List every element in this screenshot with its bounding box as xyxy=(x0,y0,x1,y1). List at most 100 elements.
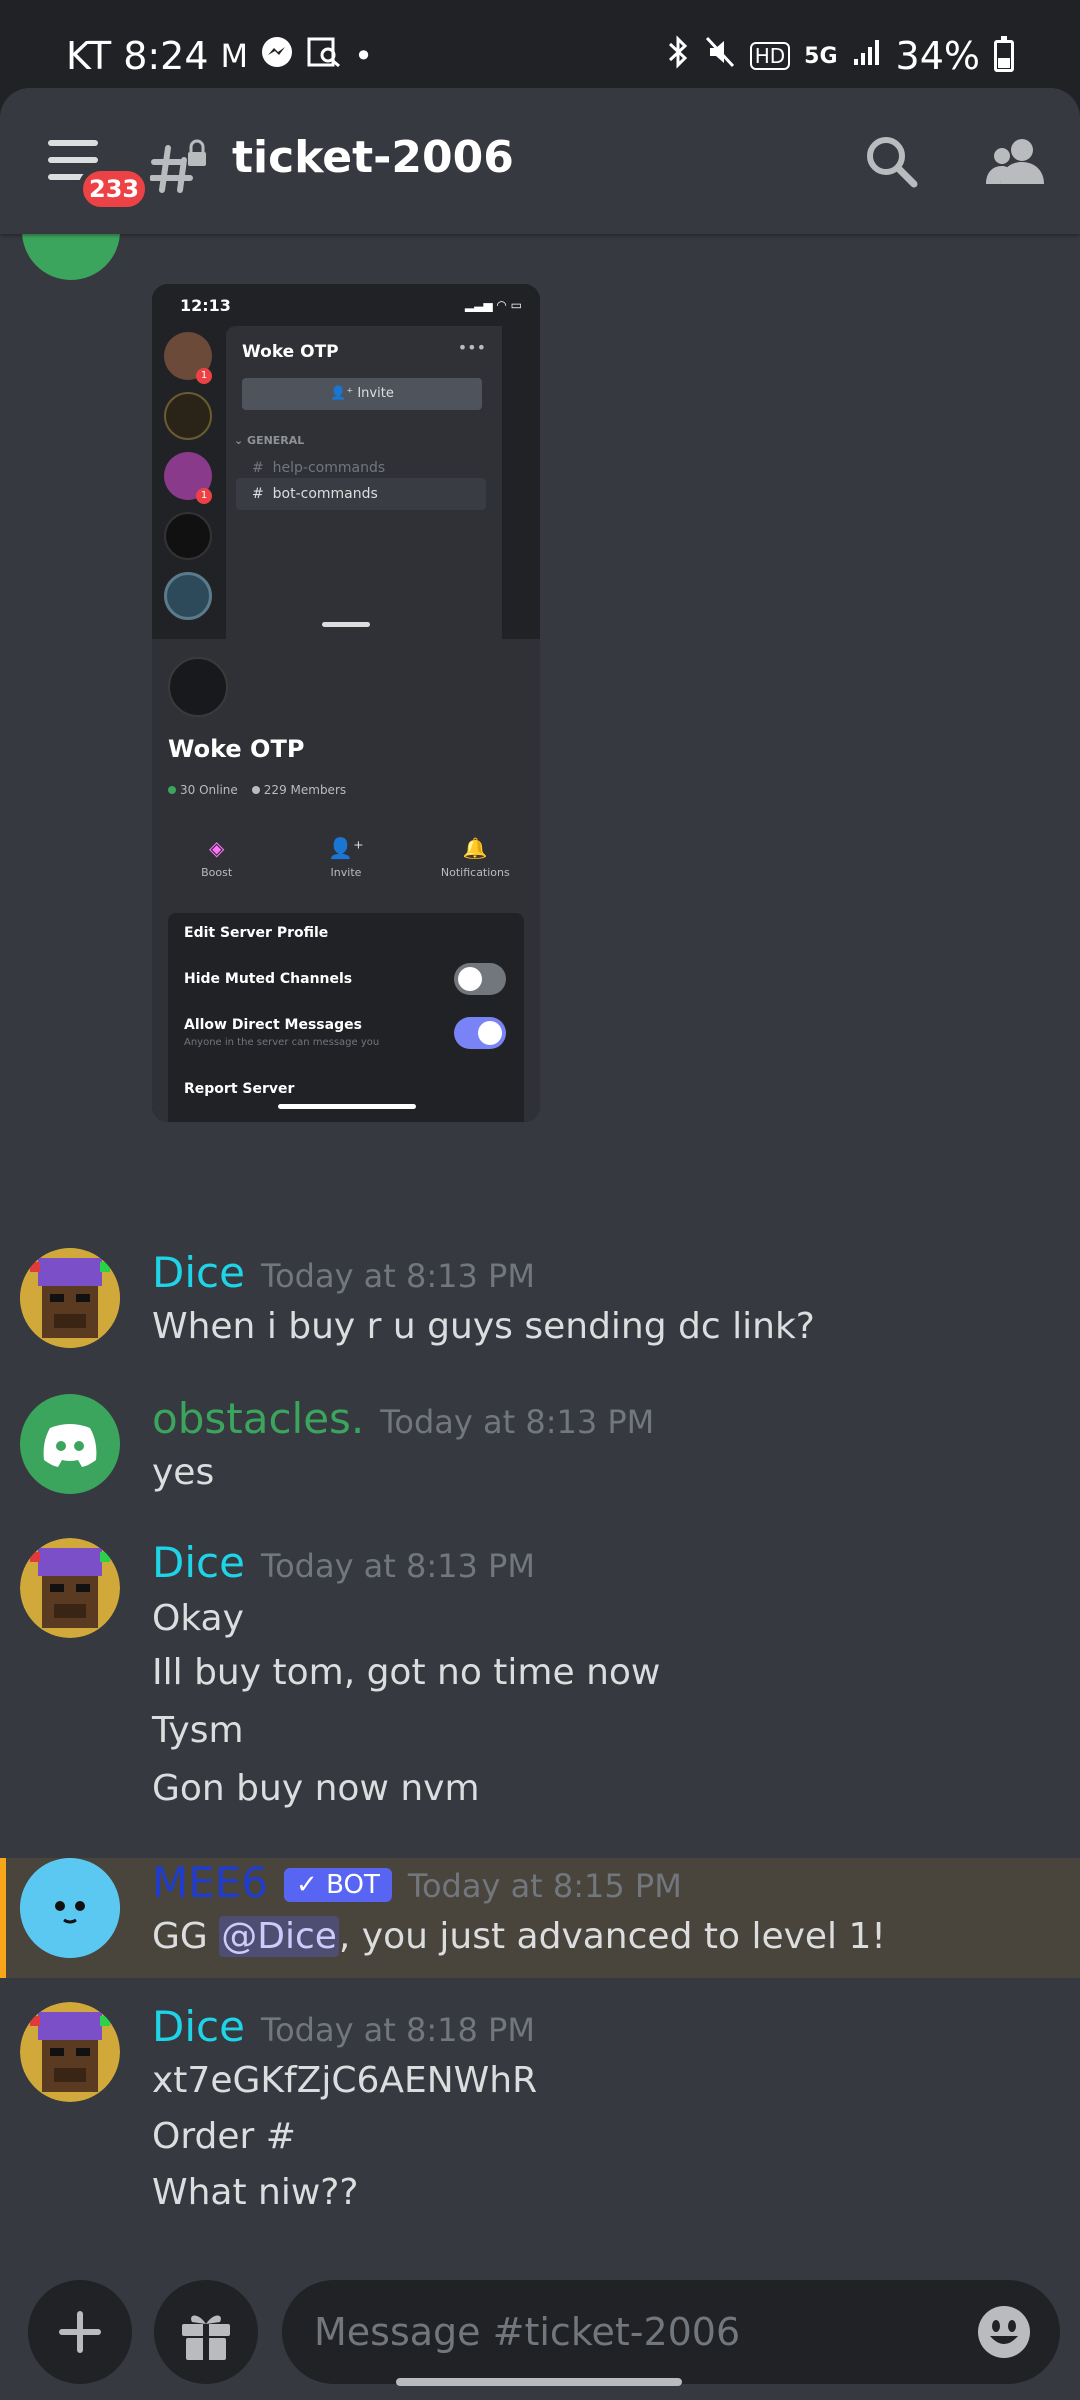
carrier-label: KT xyxy=(66,34,112,78)
unread-badge: 1 xyxy=(196,368,212,384)
boost-icon: ◈ xyxy=(208,836,225,860)
battery-icon xyxy=(994,36,1014,72)
message-text-suffix: , you just advanced to level 1! xyxy=(338,1916,886,1957)
home-indicator xyxy=(278,1104,416,1109)
author-name[interactable]: Dice xyxy=(152,1538,245,1587)
drag-handle xyxy=(322,622,370,627)
bot-badge: ✓ BOT xyxy=(284,1868,392,1902)
add-user-icon: 👤⁺ xyxy=(328,836,364,860)
channel-header: 233 ticket-2006 xyxy=(0,88,1080,234)
message-input[interactable] xyxy=(314,2280,954,2384)
bluetooth-icon xyxy=(666,35,690,77)
message-text: xt7eGKfZjC6AENWhR xyxy=(152,2060,538,2101)
message-group[interactable]: Dice Today at 8:13 PM Okay Ill buy tom, … xyxy=(0,1538,1080,1838)
messenger-icon xyxy=(260,35,294,77)
message-text: Okay xyxy=(152,1598,244,1639)
image-attachment[interactable]: 12:13 ▂▃▅ ◠ ▭ 1 1 Woke OTP ••• 👤⁺ Invite… xyxy=(152,284,540,1122)
attachment-channel-label: bot-commands xyxy=(272,486,378,502)
avatar[interactable] xyxy=(20,1394,120,1494)
server-icon xyxy=(164,572,212,620)
message-group-mention[interactable]: MEE6 ✓ BOT Today at 8:15 PM GG @Dice, yo… xyxy=(0,1858,1080,1978)
message-group[interactable]: Dice Today at 8:18 PM xt7eGKfZjC6AENWhR … xyxy=(0,2002,1080,2242)
timestamp: Today at 8:13 PM xyxy=(260,1547,535,1585)
allow-direct-messages: Allow Direct Messages xyxy=(184,1017,362,1033)
attachment-sheet-server-name: Woke OTP xyxy=(168,735,305,763)
notification-badge: 233 xyxy=(78,166,151,212)
status-bar: KT 8:24 M • HD 5G 34% xyxy=(0,0,1080,88)
attachment-category-label: GENERAL xyxy=(247,434,305,447)
dice-avatar-icon xyxy=(20,2002,120,2102)
attachment-invite-button: 👤⁺ Invite xyxy=(242,378,482,410)
dot-icon: • xyxy=(354,37,374,75)
unread-badge: 1 xyxy=(196,488,212,504)
attachment-channel-label: help-commands xyxy=(272,460,386,476)
message-group[interactable]: obstacles. Today at 8:13 PM yes xyxy=(0,1394,1080,1524)
bot-badge-label: BOT xyxy=(326,1870,380,1900)
user-mention[interactable]: @Dice xyxy=(219,1916,339,1957)
battery-percent: 34% xyxy=(895,34,980,78)
gesture-nav-bar[interactable] xyxy=(396,2378,682,2386)
hide-muted-channels: Hide Muted Channels xyxy=(184,971,353,987)
author-name[interactable]: Dice xyxy=(152,1248,245,1297)
dice-avatar-icon xyxy=(20,1248,120,1348)
author-name[interactable]: MEE6 xyxy=(152,1858,268,1907)
timestamp: Today at 8:18 PM xyxy=(260,2011,535,2049)
attachment-actions: ◈ Boost 👤⁺ Invite 🔔 Notifications xyxy=(152,824,540,904)
plus-icon xyxy=(59,2311,101,2353)
avatar[interactable] xyxy=(20,1858,120,1958)
attachment-channel-panel: Woke OTP ••• 👤⁺ Invite ⌄ GENERAL # help-… xyxy=(226,326,502,639)
author-name[interactable]: obstacles. xyxy=(152,1394,364,1443)
message-text: Gon buy now nvm xyxy=(152,1768,480,1809)
report-server: Report Server xyxy=(184,1081,295,1097)
message-group[interactable]: Dice Today at 8:13 PM When i buy r u guy… xyxy=(0,1248,1080,1398)
attachment-server-rail: 1 1 xyxy=(152,326,226,639)
message-input-wrapper xyxy=(282,2280,1060,2384)
attachment-server-list: 12:13 ▂▃▅ ◠ ▭ 1 1 Woke OTP ••• 👤⁺ Invite… xyxy=(152,284,540,639)
mute-icon xyxy=(704,35,736,77)
hd-icon: HD xyxy=(749,42,791,70)
attachment-channel: # bot-commands xyxy=(236,478,486,510)
attachment-server-sheet: Woke OTP 30 Online 229 Members ◈ Boost 👤⁺… xyxy=(152,639,540,1122)
members-icon[interactable] xyxy=(982,132,1048,192)
author-name[interactable]: Dice xyxy=(152,2002,245,2051)
allow-dm-toggle xyxy=(454,1017,506,1049)
attachment-invite-label: Invite xyxy=(357,386,394,401)
avatar[interactable] xyxy=(20,1248,120,1348)
discord-logo-icon xyxy=(43,1424,97,1467)
member-count: 229 Members xyxy=(263,783,347,797)
attachment-status-icons: ▂▃▅ ◠ ▭ xyxy=(464,298,522,312)
gift-icon xyxy=(182,2315,230,2360)
search-icon[interactable] xyxy=(862,132,922,192)
emoji-icon[interactable] xyxy=(976,2304,1032,2360)
server-icon xyxy=(164,512,212,560)
message-text: Ill buy tom, got no time now xyxy=(152,1652,661,1693)
allow-direct-messages-sub: Anyone in the server can message you xyxy=(184,1037,380,1048)
attachment-boost: ◈ Boost xyxy=(152,824,281,904)
add-user-icon: 👤⁺ xyxy=(330,386,358,401)
add-attachment-button[interactable] xyxy=(28,2280,132,2384)
message-text-prefix: GG xyxy=(152,1916,220,1957)
message-list[interactable]: 12:13 ▂▃▅ ◠ ▭ 1 1 Woke OTP ••• 👤⁺ Invite… xyxy=(0,234,1080,2254)
timestamp: Today at 8:15 PM xyxy=(407,1867,682,1905)
message-text: GG @Dice, you just advanced to level 1! xyxy=(152,1916,886,1957)
attachment-notifications-label: Notifications xyxy=(440,866,510,879)
hide-muted-toggle xyxy=(454,963,506,995)
signal-icon xyxy=(852,37,882,75)
attachment-stats: 30 Online 229 Members xyxy=(168,783,346,797)
attachment-invite: 👤⁺ Invite xyxy=(281,824,410,904)
gallery-search-icon xyxy=(306,35,342,77)
discord-app: 233 ticket-2006 12:13 ▂▃▅ ◠ ▭ 1 1 Woke O… xyxy=(0,88,1080,2400)
channel-title: ticket-2006 xyxy=(232,132,514,183)
attachment-clock: 12:13 xyxy=(180,296,231,315)
gift-button[interactable] xyxy=(154,2280,258,2384)
avatar[interactable] xyxy=(20,1538,120,1638)
avatar[interactable] xyxy=(22,234,120,280)
more-icon: ••• xyxy=(457,338,486,357)
avatar[interactable] xyxy=(20,2002,120,2102)
attachment-settings-menu: Edit Server Profile Hide Muted Channels … xyxy=(168,913,524,1122)
dice-avatar-icon xyxy=(20,1538,120,1638)
attachment-notifications: 🔔 Notifications xyxy=(411,824,540,904)
message-text: When i buy r u guys sending dc link? xyxy=(152,1306,815,1347)
message-text: yes xyxy=(152,1452,215,1493)
timestamp: Today at 8:13 PM xyxy=(380,1403,655,1441)
